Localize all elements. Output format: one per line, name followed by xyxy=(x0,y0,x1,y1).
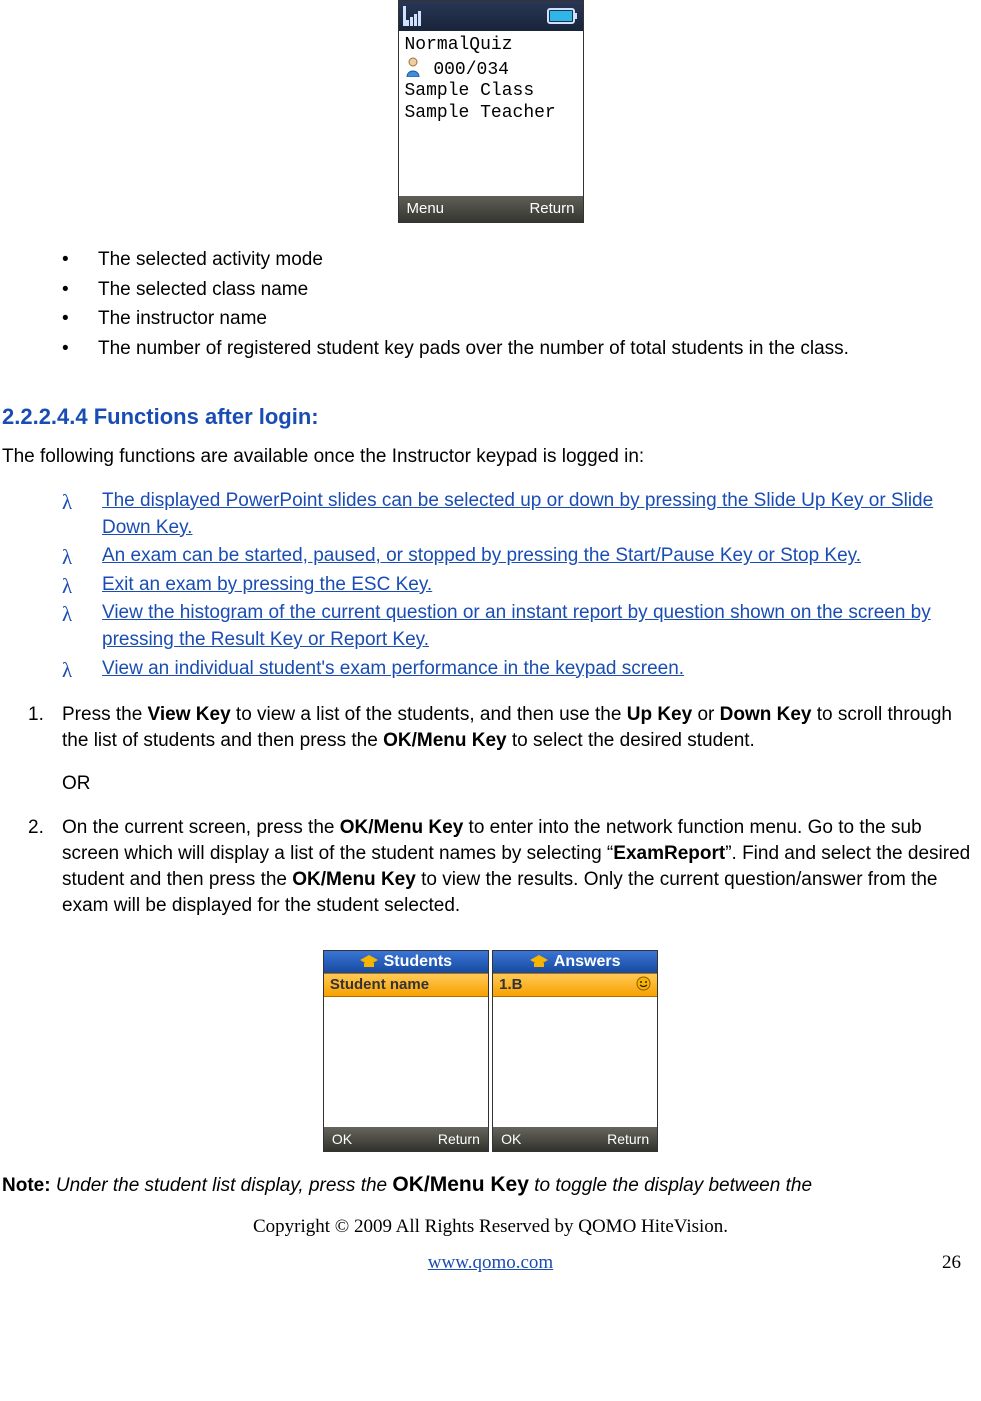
teacher-name-line: Sample Teacher xyxy=(405,103,577,125)
numbered-item: 1. Press the View Key to view a list of … xyxy=(28,702,977,797)
note-paragraph: Note: Under the student list display, pr… xyxy=(2,1170,979,1200)
text-fragment: or xyxy=(692,704,719,725)
info-bullet-list: The selected activity mode The selected … xyxy=(62,247,981,362)
text-fragment: On the current screen, press the xyxy=(62,817,340,838)
person-icon xyxy=(405,57,421,77)
phone-status-bar xyxy=(399,1,583,31)
class-name-line: Sample Class xyxy=(405,81,577,103)
bullet-item: The selected class name xyxy=(62,277,981,304)
footer-link-line: www.qomo.com 26 xyxy=(0,1252,981,1278)
numbered-instruction-list: 1. Press the View Key to view a list of … xyxy=(28,702,977,920)
text-fragment: to toggle the display between the xyxy=(529,1175,812,1196)
lambda-icon: λ xyxy=(62,600,72,629)
graduation-cap-icon xyxy=(360,955,378,969)
intro-text: The following functions are available on… xyxy=(2,444,979,470)
selected-row-text: 1.B xyxy=(499,976,522,993)
lambda-link-text[interactable]: An exam can be started, paused, or stopp… xyxy=(102,545,861,566)
softkey-ok[interactable]: OK xyxy=(501,1131,521,1147)
panel-empty-area xyxy=(324,997,488,1127)
lambda-link-text[interactable]: Exit an exam by pressing the ESC Key. xyxy=(102,574,432,595)
key-name: Down Key xyxy=(720,704,812,725)
smiley-icon xyxy=(636,976,651,993)
softkey-return[interactable]: Return xyxy=(529,200,574,218)
selected-row-text: Student name xyxy=(330,976,429,993)
lambda-icon: λ xyxy=(62,488,72,517)
footer-url-link[interactable]: www.qomo.com xyxy=(428,1252,553,1273)
key-name: OK/Menu Key xyxy=(383,730,507,751)
copyright-line: Copyright © 2009 All Rights Reserved by … xyxy=(0,1216,981,1238)
lambda-link-text[interactable]: The displayed PowerPoint slides can be s… xyxy=(102,490,933,538)
lambda-function-list: λ The displayed PowerPoint slides can be … xyxy=(62,488,977,682)
answers-panel: Answers 1.B OK Return xyxy=(492,950,658,1152)
key-name: View Key xyxy=(148,704,231,725)
or-label: OR xyxy=(62,771,977,797)
key-name: OK/Menu Key xyxy=(392,1173,529,1196)
selected-row[interactable]: Student name xyxy=(324,973,488,997)
panel-title-bar: Answers xyxy=(493,951,657,973)
lambda-item: λ View the histogram of the current quest… xyxy=(62,600,977,653)
panel-title-bar: Students xyxy=(324,951,488,973)
text-fragment: Press the xyxy=(62,704,148,725)
counts-text: 000/034 xyxy=(433,60,509,80)
softkey-menu[interactable]: Menu xyxy=(407,200,445,218)
bullet-item: The selected activity mode xyxy=(62,247,981,274)
softkey-return[interactable]: Return xyxy=(438,1131,480,1147)
lambda-icon: λ xyxy=(62,543,72,572)
item-number: 1. xyxy=(28,702,44,728)
panel-softkey-bar: OK Return xyxy=(493,1127,657,1151)
panel-title: Answers xyxy=(554,953,621,971)
bullet-item: The instructor name xyxy=(62,306,981,333)
key-name: OK/Menu Key xyxy=(340,817,464,838)
lambda-link-text[interactable]: View an individual student's exam perfor… xyxy=(102,658,684,679)
phone-figure-1: NormalQuiz 000/034 Sample Class Sample T… xyxy=(0,0,981,223)
quiz-mode-line: NormalQuiz xyxy=(405,35,577,57)
document-page: NormalQuiz 000/034 Sample Class Sample T… xyxy=(0,0,981,1296)
text-fragment: Under the student list display, press th… xyxy=(51,1175,393,1196)
lambda-icon: λ xyxy=(62,572,72,601)
page-number: 26 xyxy=(942,1252,961,1274)
section-heading: 2.2.2.4.4 Functions after login: xyxy=(2,404,981,430)
battery-icon xyxy=(547,7,579,25)
lambda-link-text[interactable]: View the histogram of the current questi… xyxy=(102,602,931,650)
softkey-ok[interactable]: OK xyxy=(332,1131,352,1147)
lambda-item: λ The displayed PowerPoint slides can be … xyxy=(62,488,977,541)
students-panel: Students Student name OK Return xyxy=(323,950,489,1152)
counts-line: 000/034 xyxy=(405,57,577,82)
note-lead: Note: xyxy=(2,1175,51,1196)
phone-softkey-bar: Menu Return xyxy=(399,196,583,222)
lambda-item: λ Exit an exam by pressing the ESC Key. xyxy=(62,572,977,599)
lambda-item: λ View an individual student's exam perfo… xyxy=(62,656,977,683)
lambda-item: λ An exam can be started, paused, or stop… xyxy=(62,543,977,570)
signal-icon xyxy=(403,6,425,26)
key-name: OK/Menu Key xyxy=(292,869,416,890)
lambda-icon: λ xyxy=(62,656,72,685)
phone-body: NormalQuiz 000/034 Sample Class Sample T… xyxy=(399,31,583,196)
text-fragment: to view a list of the students, and then… xyxy=(231,704,627,725)
phone-screen: NormalQuiz 000/034 Sample Class Sample T… xyxy=(398,0,584,223)
graduation-cap-icon xyxy=(530,955,548,969)
selected-row[interactable]: 1.B xyxy=(493,973,657,997)
panel-empty-area xyxy=(493,997,657,1127)
panel-softkey-bar: OK Return xyxy=(324,1127,488,1151)
panel-title: Students xyxy=(384,953,452,971)
phone-figure-2: Students Student name OK Return Answers xyxy=(0,950,981,1152)
bullet-item: The number of registered student key pad… xyxy=(62,336,981,363)
item-number: 2. xyxy=(28,815,44,841)
key-name: ExamReport xyxy=(613,843,725,864)
key-name: Up Key xyxy=(627,704,692,725)
footer-url-wrap: www.qomo.com xyxy=(0,1252,981,1274)
text-fragment: to select the desired student. xyxy=(507,730,755,751)
softkey-return[interactable]: Return xyxy=(607,1131,649,1147)
numbered-item: 2. On the current screen, press the OK/M… xyxy=(28,815,977,920)
